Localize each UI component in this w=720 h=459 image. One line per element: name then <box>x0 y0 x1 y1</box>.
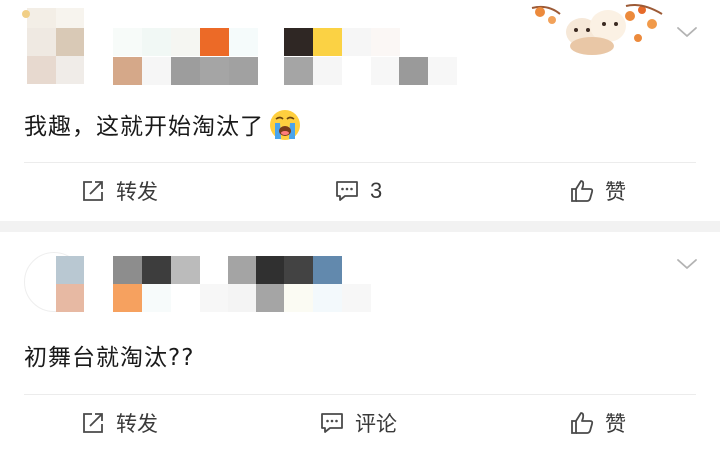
chevron-down-icon[interactable] <box>676 25 698 39</box>
comment-text-body: 我趣，这就开始淘汰了 <box>24 114 264 140</box>
repost-icon <box>83 413 103 433</box>
comment-text: 初舞台就淘汰?? <box>24 338 194 372</box>
comment-text: 我趣，这就开始淘汰了 <box>24 107 302 142</box>
like-label: 赞 <box>605 412 626 436</box>
repost-label: 转发 <box>116 412 158 436</box>
repost-button[interactable]: 转发 <box>80 395 158 451</box>
action-bar: 转发 评论 赞 <box>0 395 720 451</box>
like-button[interactable]: 赞 <box>569 395 626 451</box>
avatar[interactable] <box>22 246 84 324</box>
comment-card: 初舞台就淘汰?? 转发 评论 赞 <box>0 232 720 459</box>
repost-button[interactable]: 转发 <box>80 163 158 219</box>
like-button[interactable]: 赞 <box>569 163 626 219</box>
action-bar: 转发 3 赞 <box>0 163 720 219</box>
card-divider <box>0 221 720 232</box>
repost-label: 转发 <box>116 180 158 204</box>
chevron-down-icon[interactable] <box>676 257 698 271</box>
comment-text-body: 初舞台就淘汰?? <box>24 345 195 371</box>
comment-icon <box>321 413 343 433</box>
comment-count: 3 <box>370 178 383 203</box>
like-label: 赞 <box>605 180 626 204</box>
comment-label: 评论 <box>355 412 397 436</box>
like-icon <box>571 412 594 434</box>
repost-icon <box>83 181 103 201</box>
crying-face-emoji <box>270 110 300 140</box>
comment-card: 我趣，这就开始淘汰了 转发 3 赞 <box>0 0 720 221</box>
comment-button[interactable]: 3 <box>334 163 382 219</box>
comment-button[interactable]: 评论 <box>319 395 397 451</box>
avatar[interactable] <box>22 8 84 86</box>
comment-icon <box>336 181 358 201</box>
like-icon <box>571 180 594 202</box>
badge-decoration-image <box>531 4 663 55</box>
